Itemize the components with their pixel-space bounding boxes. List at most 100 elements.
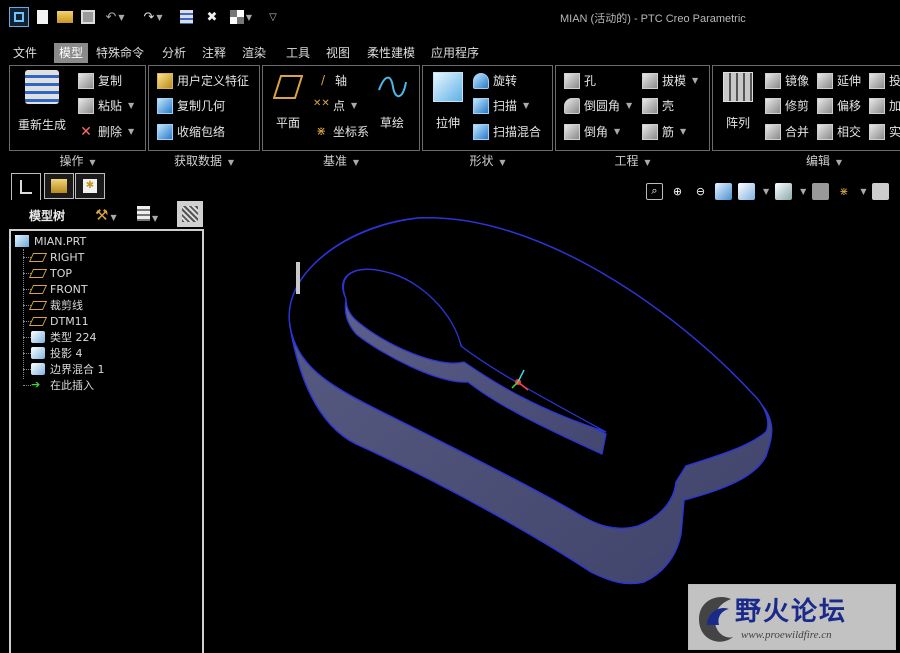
tree-item[interactable]: 裁剪线	[28, 297, 83, 313]
datum-plane-button[interactable]: 平面	[273, 74, 303, 131]
menu-item-0[interactable]: 文件	[11, 43, 39, 63]
zoom-in-icon[interactable]: ⊕	[669, 183, 686, 200]
saved-orientations-icon[interactable]	[775, 182, 793, 200]
group-shapes: 拉伸 旋转 扫描 ▼ 扫描混合	[422, 65, 553, 151]
shell-button[interactable]: 壳	[642, 97, 674, 114]
copy-geometry-button[interactable]: 复制几何	[157, 97, 225, 114]
datum-plane-icon	[273, 75, 303, 99]
app-icon[interactable]	[9, 7, 29, 27]
model-tree: MIAN.PRT RIGHT TOP FRONT 裁剪线 DTM11 类型 224 投影 4 边…	[9, 229, 204, 653]
intersect-icon	[817, 123, 833, 140]
new-file-icon[interactable]	[34, 7, 50, 27]
offset-button[interactable]: 偏移	[817, 97, 861, 114]
chamfer-button[interactable]: 倒角 ▼	[564, 123, 620, 140]
group-editing: 阵列 镜像 修剪 合并 延伸 偏移 相交 投 加 实	[712, 65, 900, 151]
tree-item[interactable]: 类型 224	[31, 329, 97, 345]
tree-settings-icon[interactable]: ⚒ ▼	[95, 206, 117, 224]
tree-item[interactable]: 边界混合 1	[31, 361, 105, 377]
menu-item-3[interactable]: 分析	[160, 43, 188, 63]
datum-point-button[interactable]: ✕✕ 点 ▼	[313, 97, 357, 114]
favorites-icon: ✱	[83, 179, 97, 193]
tree-item[interactable]: FRONT	[28, 281, 88, 297]
shrinkwrap-button[interactable]: 收缩包络	[157, 123, 225, 140]
window-title: MIAN (活动的) - PTC Creo Parametric	[560, 13, 746, 25]
menu-item-1[interactable]: 模型	[54, 43, 88, 63]
paste-icon	[78, 97, 94, 114]
save-icon[interactable]	[80, 7, 96, 27]
annotation-display-icon[interactable]	[872, 182, 890, 200]
menu-item-5[interactable]: 渲染	[240, 43, 268, 63]
boundary-blend-surface[interactable]	[288, 217, 773, 585]
solidify-icon	[869, 123, 885, 140]
windows-icon[interactable]: ▼	[226, 7, 256, 27]
open-folder-icon[interactable]	[56, 7, 74, 27]
datum-axis-button[interactable]: / 轴	[315, 72, 347, 89]
tab-model-tree[interactable]	[11, 173, 41, 200]
group-label-engineering[interactable]: 工程 ▼	[555, 152, 710, 169]
menu-item-9[interactable]: 应用程序	[428, 43, 482, 63]
mirror-button[interactable]: 镜像	[765, 72, 809, 89]
customize-toolbar-icon[interactable]: ▽	[266, 7, 280, 27]
udf-button[interactable]: 用户定义特征	[157, 72, 249, 89]
extrude-button[interactable]: 拉伸	[433, 72, 463, 131]
swept-blend-button[interactable]: 扫描混合	[473, 123, 541, 140]
pattern-button[interactable]: 阵列	[723, 72, 753, 131]
tab-favorites[interactable]: ✱	[75, 173, 105, 199]
menu-item-4[interactable]: 注释	[200, 43, 228, 63]
tree-item[interactable]: RIGHT	[28, 249, 84, 265]
menu-item-2[interactable]: 特殊命令	[94, 43, 146, 63]
paste-button[interactable]: 粘贴 ▼	[78, 97, 134, 114]
tree-columns-icon[interactable]: ▼	[137, 206, 158, 224]
group-label-operations[interactable]: 操作 ▼	[9, 152, 146, 169]
tree-item-label: 边界混合 1	[50, 363, 105, 376]
hole-button[interactable]: 孔	[564, 72, 596, 89]
delete-button[interactable]: ✕ 删除 ▼	[78, 123, 134, 140]
draft-button[interactable]: 拔模 ▼	[642, 72, 698, 89]
menu-item-8[interactable]: 柔性建模	[364, 43, 418, 63]
chamfer-icon	[564, 123, 580, 140]
refit-icon[interactable]: ⌕	[646, 182, 663, 200]
copy-button[interactable]: 复制	[78, 72, 122, 89]
display-style-icon[interactable]	[738, 182, 755, 200]
tree-root-item[interactable]: MIAN.PRT	[15, 233, 86, 249]
menu-item-7[interactable]: 视图	[324, 43, 352, 63]
group-label-get-data[interactable]: 获取数据 ▼	[148, 152, 260, 169]
rib-button[interactable]: 筋 ▼	[642, 123, 686, 140]
merge-button[interactable]: 合并	[765, 123, 809, 140]
sketch-button[interactable]: 草绘	[377, 74, 407, 131]
trim-button[interactable]: 修剪	[765, 97, 809, 114]
group-label-datum[interactable]: 基准 ▼	[262, 152, 420, 169]
close-window-icon[interactable]: ✖	[204, 7, 220, 27]
tree-item[interactable]: ➔ 在此插入	[31, 377, 94, 393]
regenerate-button[interactable]: 重新生成	[18, 70, 66, 133]
repaint-icon[interactable]	[715, 182, 732, 200]
sweep-button[interactable]: 扫描 ▼	[473, 97, 529, 114]
group-label-shapes[interactable]: 形状 ▼	[422, 152, 553, 169]
revolve-button[interactable]: 旋转	[473, 72, 517, 89]
undo-icon[interactable]: ↶ ▼	[104, 7, 126, 27]
regenerate-icon[interactable]	[178, 7, 194, 27]
tree-item[interactable]: 投影 4	[31, 345, 83, 361]
round-button[interactable]: 倒圆角 ▼	[564, 97, 632, 114]
menu-bar: 文件 模型 特殊命令 分析 注释 渲染 工具 视图 柔性建模 应用程序	[0, 43, 900, 63]
tree-item[interactable]: DTM11	[28, 313, 89, 329]
menu-item-6[interactable]: 工具	[284, 43, 312, 63]
group-datum: 平面 / 轴 ✕✕ 点 ▼ ⋇ 坐标系 草绘	[262, 65, 420, 151]
datum-csys-button[interactable]: ⋇ 坐标系	[313, 123, 369, 140]
thicken-button[interactable]: 加	[869, 97, 900, 114]
group-label-editing[interactable]: 编辑 ▼	[712, 152, 900, 169]
folder-icon	[51, 179, 67, 193]
view-manager-icon[interactable]	[812, 182, 830, 200]
project-button[interactable]: 投	[869, 72, 900, 89]
solidify-button[interactable]: 实	[869, 123, 900, 140]
extend-button[interactable]: 延伸	[817, 72, 861, 89]
graphics-toolbar: ⌕ ⊕ ⊖ ▼ ▼ ⋇ ▼	[646, 180, 900, 202]
tree-item[interactable]: TOP	[28, 265, 72, 281]
tab-folder-browser[interactable]	[44, 173, 74, 199]
redo-icon[interactable]: ↷ ▼	[140, 7, 166, 27]
zoom-out-icon[interactable]: ⊖	[692, 183, 709, 200]
datum-display-icon[interactable]: ⋇	[835, 183, 852, 200]
tree-filter-icon[interactable]	[177, 201, 203, 227]
intersect-button[interactable]: 相交	[817, 123, 861, 140]
merge-icon	[765, 123, 781, 140]
